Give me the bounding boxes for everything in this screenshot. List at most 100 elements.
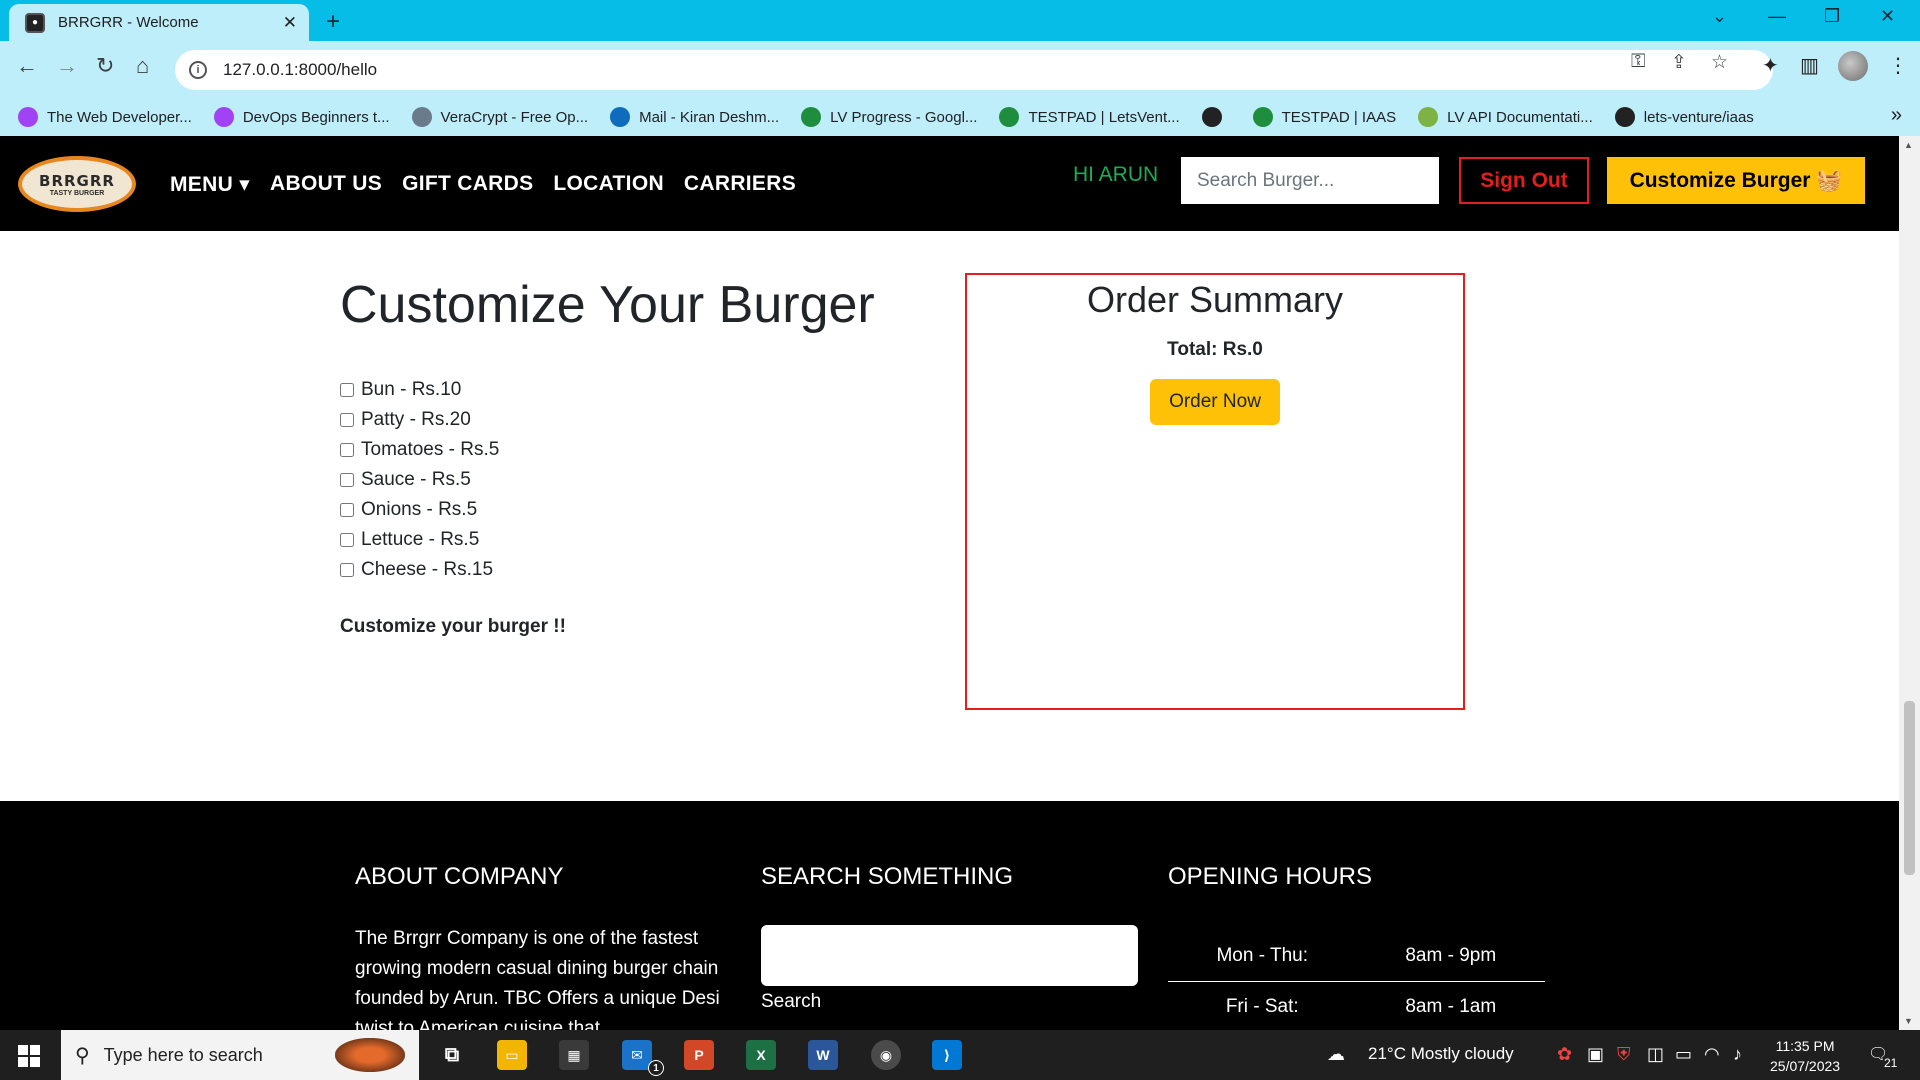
vscode-icon[interactable]: ⟩: [932, 1040, 962, 1070]
bookmark-label: TESTPAD | IAAS: [1281, 108, 1397, 126]
new-tab-icon[interactable]: +: [326, 8, 340, 36]
excel-icon[interactable]: X: [746, 1040, 776, 1070]
footer-search-button[interactable]: Search: [761, 991, 821, 1013]
bookmark-item[interactable]: [1201, 107, 1231, 127]
site-info-icon[interactable]: i: [189, 61, 207, 79]
page-scrollbar[interactable]: ▲ ▼: [1899, 136, 1920, 1030]
battery-icon[interactable]: ▭: [1675, 1044, 1692, 1065]
bookmark-label: TESTPAD | LetsVent...: [1028, 108, 1180, 126]
ingredient-checkbox[interactable]: [340, 383, 354, 397]
side-panel-icon[interactable]: ▥: [1800, 53, 1819, 78]
opening-hours-table: Mon - Thu: 8am - 9pm Fri - Sat: 8am - 1a…: [1168, 931, 1545, 1030]
weather-text[interactable]: 21°C Mostly cloudy: [1368, 1044, 1514, 1064]
share-icon[interactable]: ⇪: [1671, 51, 1687, 74]
search-icon: ⚲: [75, 1044, 90, 1067]
ingredient-option[interactable]: Onions - Rs.5: [340, 495, 499, 525]
restore-icon[interactable]: ❐: [1824, 6, 1840, 27]
ingredient-option[interactable]: Lettuce - Rs.5: [340, 525, 499, 555]
browser-toolbar: ← → ↻ ⌂ i 127.0.0.1:8000/hello ⚿ ⇪ ☆ ✦ ▥…: [0, 41, 1920, 98]
tray-shield-icon[interactable]: ⛨: [1617, 1044, 1631, 1065]
ingredient-checkbox[interactable]: [340, 563, 354, 577]
scrollbar-thumb[interactable]: [1904, 701, 1915, 875]
ingredient-option[interactable]: Sauce - Rs.5: [340, 465, 499, 495]
nav-about-us[interactable]: ABOUT US: [270, 172, 382, 197]
bookmarks-overflow-icon[interactable]: »: [1891, 104, 1902, 127]
ingredient-checkbox[interactable]: [340, 473, 354, 487]
profile-avatar[interactable]: [1838, 51, 1868, 81]
ingredient-checkbox[interactable]: [340, 443, 354, 457]
nav-location[interactable]: LOCATION: [553, 172, 664, 197]
extensions-icon[interactable]: ✦: [1762, 53, 1779, 78]
customize-burger-button[interactable]: Customize Burger 🧺: [1607, 157, 1865, 204]
ingredient-label: Lettuce - Rs.5: [361, 529, 480, 550]
basket-icon: 🧺: [1816, 168, 1843, 192]
file-explorer-icon[interactable]: ▭: [497, 1040, 527, 1070]
ingredient-checkbox[interactable]: [340, 413, 354, 427]
bookmark-item[interactable]: DevOps Beginners t...: [213, 107, 390, 127]
bookmark-item[interactable]: LV API Documentati...: [1418, 107, 1593, 127]
tab-search-chevron-icon[interactable]: ⌄: [1712, 6, 1727, 27]
forward-icon[interactable]: →: [56, 53, 78, 79]
close-tab-icon[interactable]: ✕: [283, 13, 297, 33]
url-text[interactable]: 127.0.0.1:8000/hello: [223, 60, 377, 80]
bookmark-favicon-icon: [1418, 107, 1439, 127]
nav-menu-dropdown[interactable]: MENU ▾: [170, 172, 250, 197]
bookmark-favicon-icon: [1201, 107, 1222, 127]
bookmark-item[interactable]: The Web Developer...: [18, 107, 192, 127]
close-window-icon[interactable]: ✕: [1880, 6, 1895, 27]
bookmark-favicon-icon: [610, 107, 631, 127]
ingredient-option[interactable]: Tomatoes - Rs.5: [340, 435, 499, 465]
tray-camera-icon[interactable]: ◫: [1647, 1044, 1664, 1065]
minimize-icon[interactable]: —: [1768, 6, 1786, 27]
opening-hours-heading: OPENING HOURS: [1168, 863, 1373, 890]
weather-icon[interactable]: ☁: [1327, 1044, 1345, 1065]
bookmark-item[interactable]: LV Progress - Googl...: [801, 107, 977, 127]
order-total: Total: Rs.0: [1167, 339, 1263, 360]
ingredient-option[interactable]: Patty - Rs.20: [340, 405, 499, 435]
windows-taskbar: ⚲ Type here to search ⧉ ▭ ▦ ✉ 1 P X W ◉ …: [0, 1030, 1920, 1080]
volume-icon[interactable]: ♪: [1733, 1044, 1742, 1065]
browser-tab[interactable]: ● BRRGRR - Welcome ✕: [9, 4, 309, 41]
ingredient-checkbox[interactable]: [340, 503, 354, 517]
windows-start-icon[interactable]: [18, 1045, 40, 1067]
bookmark-item[interactable]: TESTPAD | IAAS: [1252, 107, 1397, 127]
reload-icon[interactable]: ↻: [96, 53, 114, 79]
bookmark-item[interactable]: VeraCrypt - Free Op...: [411, 107, 588, 127]
brand-logo[interactable]: BRRGRR TASTY BURGER: [18, 156, 136, 212]
microsoft-store-icon[interactable]: ▦: [559, 1040, 589, 1070]
nav-gift-cards[interactable]: GIFT CARDS: [402, 172, 533, 197]
bookmark-star-icon[interactable]: ☆: [1711, 51, 1728, 74]
about-company-text: The Brrgrr Company is one of the fastest…: [355, 928, 720, 1030]
clock-time: 11:35 PM: [1775, 1038, 1835, 1054]
tray-monitor-icon[interactable]: ▣: [1587, 1044, 1604, 1065]
bookmark-item[interactable]: Mail - Kiran Deshm...: [610, 107, 779, 127]
address-bar[interactable]: i 127.0.0.1:8000/hello: [175, 50, 1773, 90]
chrome-icon[interactable]: ◉: [871, 1040, 901, 1070]
more-menu-icon[interactable]: ⋮: [1888, 53, 1908, 78]
taskbar-search-box[interactable]: ⚲ Type here to search: [61, 1030, 419, 1080]
task-view-icon[interactable]: ⧉: [437, 1040, 467, 1070]
bookmarks-bar: The Web Developer... DevOps Beginners t..…: [0, 98, 1920, 136]
ingredient-option[interactable]: Bun - Rs.10: [340, 375, 499, 405]
back-icon[interactable]: ←: [16, 53, 38, 79]
bookmark-item[interactable]: lets-venture/iaas: [1614, 107, 1754, 127]
system-clock[interactable]: 11:35 PM 25/07/2023: [1770, 1036, 1840, 1076]
sign-out-button[interactable]: Sign Out: [1459, 157, 1589, 204]
burger-search-input[interactable]: [1181, 157, 1439, 204]
order-now-button[interactable]: Order Now: [1150, 379, 1280, 425]
nav-carriers[interactable]: CARRIERS: [684, 172, 796, 197]
ingredient-option[interactable]: Cheese - Rs.15: [340, 555, 499, 585]
ingredient-checkbox[interactable]: [340, 533, 354, 547]
search-something-heading: SEARCH SOMETHING: [761, 863, 1014, 890]
tray-app-icon[interactable]: ✿: [1557, 1044, 1572, 1065]
password-key-icon[interactable]: ⚿: [1631, 51, 1645, 73]
main-menu: MENU ▾ ABOUT US GIFT CARDS LOCATION CARR…: [170, 172, 796, 197]
powerpoint-icon[interactable]: P: [684, 1040, 714, 1070]
word-icon[interactable]: W: [808, 1040, 838, 1070]
bookmark-item[interactable]: TESTPAD | LetsVent...: [999, 107, 1180, 127]
scroll-up-icon[interactable]: ▲: [1904, 140, 1913, 150]
footer-search-input[interactable]: [761, 925, 1138, 986]
wifi-icon[interactable]: ◠: [1704, 1044, 1720, 1065]
home-icon[interactable]: ⌂: [136, 53, 149, 79]
scroll-down-icon[interactable]: ▼: [1904, 1016, 1913, 1026]
